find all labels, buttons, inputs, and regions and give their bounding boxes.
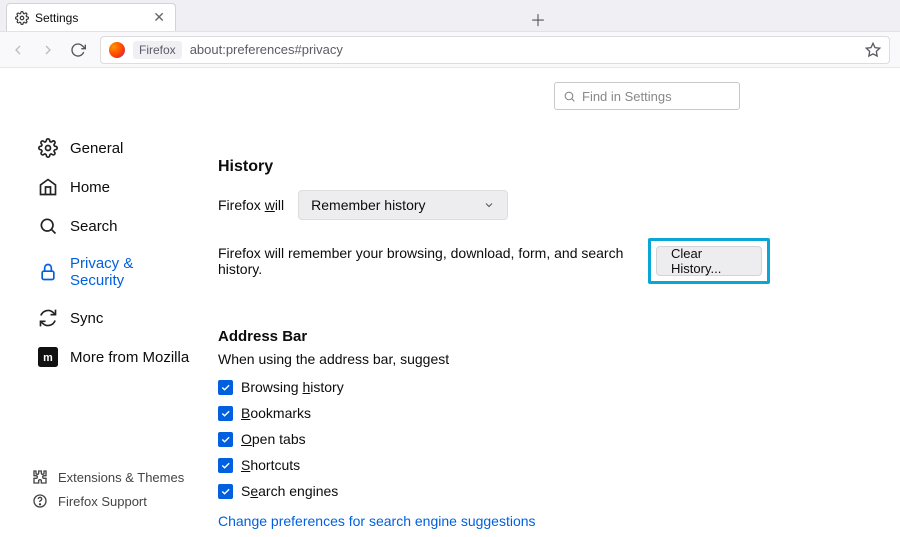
forward-button[interactable] <box>40 42 56 58</box>
sidebar-item-sync[interactable]: Sync <box>32 300 196 336</box>
history-heading: History <box>218 158 770 176</box>
addressbar-heading: Address Bar <box>218 328 770 345</box>
sidebar-extensions-themes[interactable]: Extensions & Themes <box>32 469 184 485</box>
sync-icon <box>38 308 58 328</box>
checkbox-checked-icon <box>218 484 233 499</box>
sidebar-item-label: More from Mozilla <box>70 349 189 366</box>
sidebar-item-search[interactable]: Search <box>32 208 196 244</box>
suggest-bookmarks[interactable]: Bookmarks <box>218 405 770 421</box>
checkbox-label: Browsing history <box>241 379 344 395</box>
checkbox-label: Bookmarks <box>241 405 311 421</box>
help-icon <box>32 493 48 509</box>
gear-icon <box>15 11 29 25</box>
reload-button[interactable] <box>70 42 86 58</box>
search-icon <box>563 90 576 103</box>
puzzle-icon <box>32 469 48 485</box>
tab-strip: Settings ✕ ＋ <box>0 0 900 32</box>
lock-icon <box>38 262 58 282</box>
browser-tab-settings[interactable]: Settings ✕ <box>6 3 176 31</box>
sidebar-item-label: Home <box>70 179 110 196</box>
search-icon <box>38 216 58 236</box>
history-description: Firefox will remember your browsing, dow… <box>218 245 628 277</box>
suggest-browsing-history[interactable]: Browsing history <box>218 379 770 395</box>
sidebar-item-privacy[interactable]: Privacy & Security <box>32 247 196 297</box>
sidebar-item-label: Sync <box>70 310 103 327</box>
addressbar-desc: When using the address bar, suggest <box>218 351 770 367</box>
sidebar-item-home[interactable]: Home <box>32 169 196 205</box>
close-icon[interactable]: ✕ <box>151 9 167 26</box>
newtab-area: ＋ <box>176 7 900 31</box>
suggest-shortcuts[interactable]: Shortcuts <box>218 457 770 473</box>
bookmark-star-icon[interactable] <box>865 42 881 58</box>
clear-history-highlight: Clear History... <box>648 238 770 284</box>
mozilla-icon: m <box>38 347 58 367</box>
url-bar[interactable]: Firefox about:preferences#privacy <box>100 36 890 64</box>
suggest-search-engines[interactable]: Search engines <box>218 483 770 499</box>
find-in-settings-input[interactable]: Find in Settings <box>554 82 740 110</box>
sidebar-item-more-mozilla[interactable]: m More from Mozilla <box>32 339 196 375</box>
toolbar: Firefox about:preferences#privacy <box>0 32 900 68</box>
svg-text:m: m <box>43 352 53 364</box>
select-value: Remember history <box>311 197 425 213</box>
chevron-down-icon <box>483 199 495 211</box>
checkbox-label: Shortcuts <box>241 457 300 473</box>
checkbox-checked-icon <box>218 458 233 473</box>
history-will-label: Firefox will <box>218 197 284 213</box>
search-placeholder: Find in Settings <box>582 89 672 104</box>
checkbox-checked-icon <box>218 406 233 421</box>
back-button[interactable] <box>10 42 26 58</box>
sidebar-firefox-support[interactable]: Firefox Support <box>32 493 184 509</box>
checkbox-label: Open tabs <box>241 431 306 447</box>
gear-icon <box>38 138 58 158</box>
history-mode-select[interactable]: Remember history <box>298 190 508 220</box>
settings-sidebar: General Home Search Privacy & Security S… <box>0 82 210 529</box>
sidebar-item-label: Search <box>70 218 118 235</box>
search-engine-prefs-link[interactable]: Change preferences for search engine sug… <box>218 513 536 529</box>
settings-content: General Home Search Privacy & Security S… <box>0 68 900 529</box>
url-identity: Firefox <box>133 41 182 59</box>
sidebar-bottom-label: Firefox Support <box>58 494 147 509</box>
checkbox-label: Search engines <box>241 483 338 499</box>
sidebar-item-label: Privacy & Security <box>70 255 190 289</box>
sidebar-bottom-label: Extensions & Themes <box>58 470 184 485</box>
sidebar-item-label: General <box>70 140 123 157</box>
checkbox-checked-icon <box>218 432 233 447</box>
sidebar-item-general[interactable]: General <box>32 130 196 166</box>
firefox-icon <box>109 42 125 58</box>
tab-title: Settings <box>35 11 145 25</box>
settings-pane: History Firefox will Remember history Fi… <box>210 120 770 529</box>
url-text: about:preferences#privacy <box>190 42 343 57</box>
home-icon <box>38 177 58 197</box>
checkbox-checked-icon <box>218 380 233 395</box>
new-tab-button[interactable]: ＋ <box>530 7 546 31</box>
suggest-open-tabs[interactable]: Open tabs <box>218 431 770 447</box>
clear-history-button[interactable]: Clear History... <box>656 246 762 276</box>
